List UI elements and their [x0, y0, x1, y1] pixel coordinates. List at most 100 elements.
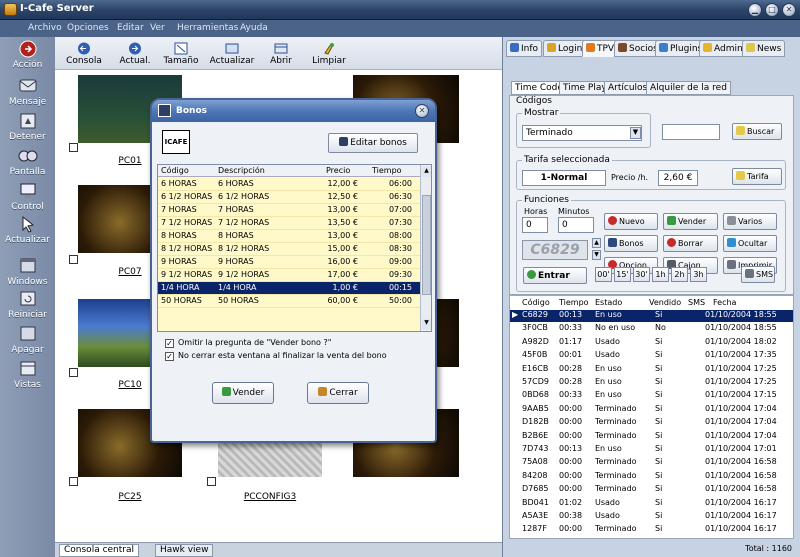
tab-info[interactable]: Info: [506, 40, 543, 57]
menu-archivo[interactable]: Archivo: [28, 23, 62, 33]
chevron-down-icon[interactable]: ▼: [630, 127, 641, 139]
horas-select[interactable]: 0: [522, 217, 548, 233]
tab-consola-central[interactable]: Consola central: [59, 544, 140, 557]
code-row[interactable]: 0BD68 00:33 En uso Si 01/10/2004 17:15: [510, 390, 793, 402]
pcconfig3-checkbox[interactable]: [207, 477, 216, 486]
editar-bonos-button[interactable]: Editar bonos: [328, 133, 418, 153]
col-codigo[interactable]: Código: [522, 298, 550, 307]
code-row[interactable]: 57CD9 00:28 En uso Si 01/10/2004 17:25: [510, 377, 793, 389]
pc07-checkbox[interactable]: [69, 255, 78, 264]
sidebar-item-control[interactable]: Control: [0, 182, 55, 212]
mostrar-select[interactable]: Terminado: [522, 125, 642, 141]
buscar-button[interactable]: Buscar: [732, 123, 782, 140]
bono-row[interactable]: 7 1/2 HORAS 7 1/2 HORAS 13,50 € 07:30: [158, 217, 420, 230]
sidebar-item-pantalla[interactable]: Pantalla: [0, 147, 55, 177]
col-precio[interactable]: Precio: [326, 166, 350, 175]
bono-row[interactable]: 9 1/2 HORAS 9 1/2 HORAS 17,00 € 09:30: [158, 269, 420, 282]
col-descripcion[interactable]: Descripción: [218, 166, 265, 175]
sidebar-item-windows[interactable]: Windows: [0, 257, 55, 287]
entrar-button[interactable]: Entrar: [523, 267, 587, 284]
menu-opciones[interactable]: Opciones: [67, 23, 109, 33]
code-row[interactable]: B2B6E 00:00 Terminado Si 01/10/2004 17:04: [510, 431, 793, 443]
subtab-articulos[interactable]: Artículos: [604, 81, 652, 95]
menu-editar[interactable]: Editar: [117, 23, 144, 33]
sms-button[interactable]: SMS: [741, 266, 775, 283]
opt2-checkbox[interactable]: ✓: [165, 352, 174, 361]
toolbar-tamano-button[interactable]: Tamaño: [161, 42, 201, 66]
tab-admin[interactable]: Admin: [699, 40, 747, 57]
code-row[interactable]: 45F0B 00:01 Usado Si 01/10/2004 17:35: [510, 350, 793, 362]
col-tiempo[interactable]: Tiempo: [372, 166, 402, 175]
scrollbar[interactable]: ▲ ▼: [420, 165, 431, 331]
close-button[interactable]: ✕: [782, 3, 796, 17]
tarifa-button[interactable]: Tarifa: [732, 168, 782, 185]
tab-login[interactable]: Login: [543, 40, 587, 57]
scroll-up-icon[interactable]: ▲: [422, 167, 431, 177]
sidebar-item-vistas[interactable]: Vistas: [0, 360, 55, 390]
vender-button[interactable]: Vender: [663, 213, 718, 230]
bono-row[interactable]: 8 HORAS 8 HORAS 13,00 € 08:00: [158, 230, 420, 243]
minimize-button[interactable]: ▁: [748, 3, 762, 17]
code-row[interactable]: 7D743 00:13 En uso Si 01/10/2004 17:01: [510, 444, 793, 456]
code-row[interactable]: D7685 00:00 Terminado Si 01/10/2004 16:58: [510, 484, 793, 496]
time-1h-button[interactable]: 1h: [652, 267, 669, 282]
time-3h-button[interactable]: 3h: [690, 267, 707, 282]
opt1-checkbox[interactable]: ✓: [165, 339, 174, 348]
code-row[interactable]: BD041 01:02 Usado Si 01/10/2004 16:17: [510, 498, 793, 510]
code-row[interactable]: A982D 01:17 Usado Si 01/10/2004 18:02: [510, 337, 793, 349]
dialog-close-button[interactable]: ✕: [415, 104, 429, 118]
code-down-icon[interactable]: ▼: [592, 250, 601, 260]
tab-tpv[interactable]: TPV: [582, 40, 619, 57]
bonos-button[interactable]: Bonos: [604, 235, 658, 252]
nuevo-button[interactable]: Nuevo: [604, 213, 658, 230]
menu-herramientas[interactable]: Herramientas: [177, 23, 238, 33]
maximize-button[interactable]: □: [765, 3, 779, 17]
time-00-button[interactable]: 00': [595, 267, 612, 282]
toolbar-actual-button[interactable]: Actual.: [115, 42, 155, 66]
pc10-checkbox[interactable]: [69, 368, 78, 377]
menu-ver[interactable]: Ver: [150, 23, 165, 33]
col-vendido[interactable]: Vendido: [649, 298, 681, 307]
col-sms[interactable]: SMS: [688, 298, 705, 307]
code-row[interactable]: 1287F 00:00 Terminado Si 01/10/2004 16:17: [510, 524, 793, 536]
scroll-thumb[interactable]: [422, 195, 431, 295]
search-input[interactable]: [662, 124, 720, 140]
cerrar-dialog-button[interactable]: Cerrar: [307, 382, 369, 404]
sidebar-item-mensaje[interactable]: Mensaje: [0, 77, 55, 107]
code-row[interactable]: 9AAB5 00:00 Terminado Si 01/10/2004 17:04: [510, 404, 793, 416]
tarifa-field[interactable]: 1-Normal: [522, 170, 606, 186]
code-row[interactable]: 75A08 00:00 Terminado Si 01/10/2004 16:58: [510, 457, 793, 469]
code-row[interactable]: ▶ C6829 00:13 En uso Si 01/10/2004 18:55: [510, 310, 793, 322]
precio-field[interactable]: 2,60 €: [658, 170, 698, 186]
code-row[interactable]: 3F0CB 00:33 No en uso No 01/10/2004 18:55: [510, 323, 793, 335]
tab-hawk-view[interactable]: Hawk view: [155, 544, 214, 557]
time-30-button[interactable]: 30': [633, 267, 650, 282]
pc25-checkbox[interactable]: [69, 477, 78, 486]
col-codigo[interactable]: Código: [161, 166, 189, 175]
sidebar-item-detener[interactable]: Detener: [0, 112, 55, 142]
subtab-time-play[interactable]: Time Play: [559, 81, 611, 95]
ocultar-button[interactable]: Ocultar: [723, 235, 777, 252]
bono-row[interactable]: 6 1/2 HORAS 6 1/2 HORAS 12,50 € 06:30: [158, 191, 420, 204]
bono-row[interactable]: 7 HORAS 7 HORAS 13,00 € 07:00: [158, 204, 420, 217]
sidebar-item-reiniciar[interactable]: Reiniciar: [0, 290, 55, 320]
bono-row[interactable]: 1/4 HORA 1/4 HORA 1,00 € 00:15: [158, 282, 420, 295]
col-fecha[interactable]: Fecha: [713, 298, 736, 307]
time-15-button[interactable]: 15': [614, 267, 631, 282]
minutos-select[interactable]: 0: [558, 217, 594, 233]
bono-row[interactable]: 6 HORAS 6 HORAS 12,00 € 06:00: [158, 178, 420, 191]
toolbar-consola-button[interactable]: Consola: [64, 42, 104, 66]
toolbar-abrir-button[interactable]: Abrir: [263, 42, 299, 66]
pc01-checkbox[interactable]: [69, 143, 78, 152]
toolbar-limpiar-button[interactable]: Limpiar: [307, 42, 351, 66]
toolbar-actualizar-button[interactable]: Actualizar: [207, 42, 257, 66]
code-row[interactable]: 84208 00:00 Terminado Si 01/10/2004 16:58: [510, 471, 793, 483]
subtab-alquiler[interactable]: Alquiler de la red: [646, 81, 731, 95]
varios-button[interactable]: Varios: [723, 213, 777, 230]
bono-row[interactable]: 8 1/2 HORAS 8 1/2 HORAS 15,00 € 08:30: [158, 243, 420, 256]
sidebar-item-actualizar[interactable]: Actualizar: [0, 215, 55, 245]
col-tiempo[interactable]: Tiempo: [559, 298, 589, 307]
menu-ayuda[interactable]: Ayuda: [240, 23, 268, 33]
code-row[interactable]: A5A3E 00:38 Usado Si 01/10/2004 16:17: [510, 511, 793, 523]
time-2h-button[interactable]: 2h: [671, 267, 688, 282]
